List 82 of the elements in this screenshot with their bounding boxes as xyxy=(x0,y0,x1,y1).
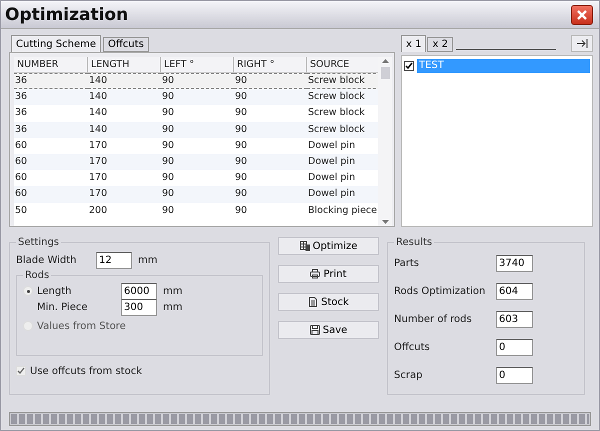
scroll-down-icon[interactable] xyxy=(382,220,388,224)
table-cell: 90 xyxy=(161,186,234,202)
scroll-thumb[interactable] xyxy=(380,67,390,79)
tab[interactable]: Cutting Scheme xyxy=(11,35,102,52)
scroll-up-icon[interactable] xyxy=(382,59,388,63)
table-cell: 90 xyxy=(234,89,307,106)
table-cell: 90 xyxy=(161,154,234,170)
table-cell: Dowel pin xyxy=(307,154,378,170)
input-field[interactable]: 603 xyxy=(496,310,533,328)
field-label: Min. Piece xyxy=(36,302,88,312)
scrollbar[interactable] xyxy=(378,57,392,226)
field-label: Rods Optimization xyxy=(394,286,486,296)
radio-button[interactable] xyxy=(23,286,33,296)
group-title: Rods xyxy=(24,270,50,281)
table-cell: 90 xyxy=(234,186,307,202)
save-icon xyxy=(310,325,320,335)
window-title: Optimization xyxy=(5,4,128,24)
table-cell: 90 xyxy=(234,170,307,186)
table-cell: 90 xyxy=(234,73,307,90)
table-cell: 170 xyxy=(88,170,161,186)
checkbox[interactable] xyxy=(404,61,414,71)
document-icon xyxy=(308,297,318,307)
table-cell: 90 xyxy=(161,73,234,90)
column-header[interactable]: SOURCE xyxy=(307,57,378,73)
action-button[interactable]: Optimize xyxy=(278,237,379,255)
radio-label: Values from Store xyxy=(37,320,126,332)
tab[interactable]: x 2 xyxy=(427,37,453,52)
radio-label: Length xyxy=(37,286,72,296)
print-icon xyxy=(310,269,320,279)
input-field[interactable]: 6000 xyxy=(121,282,157,300)
field-label: Offcuts xyxy=(394,342,431,352)
close-icon xyxy=(576,8,588,20)
table-cell: 140 xyxy=(88,89,161,106)
column-header[interactable]: NUMBER xyxy=(14,57,88,73)
input-field[interactable]: 300 xyxy=(121,298,157,316)
tab[interactable]: Offcuts xyxy=(103,37,149,52)
action-button[interactable]: Save xyxy=(278,321,379,339)
table-cell: 140 xyxy=(88,73,161,90)
input-field[interactable]: 3740 xyxy=(496,254,533,272)
field-label: Number of rods xyxy=(394,314,473,324)
input-field[interactable]: 12 xyxy=(96,252,132,268)
column-header[interactable]: LEFT ° xyxy=(161,57,234,73)
tab[interactable]: x 1 xyxy=(401,35,426,52)
table-cell: 36 xyxy=(14,89,88,106)
table-cell: 90 xyxy=(161,170,234,186)
table-cell: 60 xyxy=(14,186,88,202)
table-cell: Dowel pin xyxy=(307,170,378,186)
table-cell: 60 xyxy=(14,154,88,170)
table-cell: 170 xyxy=(88,186,161,202)
field-label: Blade Width xyxy=(16,254,78,266)
table-cell: 36 xyxy=(14,122,88,138)
action-button[interactable]: Stock xyxy=(278,293,379,311)
input-field[interactable]: 604 xyxy=(496,282,533,300)
table-cell: Screw block xyxy=(307,122,378,138)
table-cell: 90 xyxy=(161,122,234,138)
arrow-to-bar-icon xyxy=(576,39,588,48)
input-field[interactable]: 0 xyxy=(496,366,533,384)
table-cell: 90 xyxy=(234,122,307,138)
checkbox-label: Use offcuts from stock xyxy=(30,366,142,376)
close-button[interactable] xyxy=(571,4,593,24)
unit-label: mm xyxy=(163,302,182,312)
column-header[interactable]: LENGTH xyxy=(88,57,161,73)
table-cell: 36 xyxy=(14,73,88,90)
table-cell: 60 xyxy=(14,170,88,186)
group-title: Results xyxy=(395,237,434,248)
unit-label: mm xyxy=(163,286,182,296)
table-cell: 170 xyxy=(88,154,161,170)
column-header[interactable]: RIGHT ° xyxy=(234,57,307,73)
action-button[interactable]: Print xyxy=(278,265,379,283)
table-cell: Screw block xyxy=(307,73,378,90)
table-cell: Dowel pin xyxy=(307,186,378,202)
grid-icon xyxy=(300,241,310,251)
table-cell: Screw block xyxy=(307,89,378,106)
field-label: Parts xyxy=(394,258,420,268)
group-title: Settings xyxy=(17,237,60,248)
input-field[interactable]: 0 xyxy=(496,338,533,356)
table-cell: 140 xyxy=(88,122,161,138)
unit-label: mm xyxy=(138,254,158,266)
table-cell: 90 xyxy=(161,89,234,106)
table-cell: 90 xyxy=(234,154,307,170)
pin-button[interactable] xyxy=(571,35,593,52)
field-label: Scrap xyxy=(394,370,424,380)
